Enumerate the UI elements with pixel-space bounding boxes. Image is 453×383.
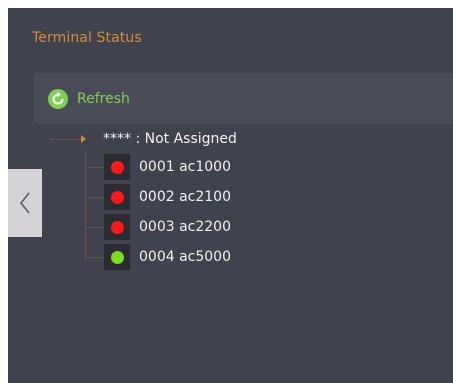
terminal-label: 0001 ac1000: [139, 159, 231, 175]
terminal-label: 0004 ac5000: [139, 249, 231, 265]
refresh-icon: [47, 88, 69, 110]
status-indicator: [104, 184, 130, 210]
online-status-icon: [110, 250, 124, 264]
panel-title: Terminal Status: [32, 30, 142, 46]
offline-status-icon: [110, 190, 124, 204]
offline-status-icon: [110, 220, 124, 234]
tree-connector: [86, 197, 103, 198]
terminal-node-0001[interactable]: 0001 ac1000: [104, 154, 231, 180]
refresh-label: Refresh: [77, 91, 130, 107]
terminal-label: 0003 ac2200: [139, 219, 231, 235]
terminal-label: 0002 ac2100: [139, 189, 231, 205]
offline-status-icon: [110, 160, 124, 174]
expand-arrow-icon[interactable]: [81, 135, 86, 143]
status-indicator: [104, 154, 130, 180]
tree-root-not-assigned[interactable]: **** : Not Assigned: [51, 127, 237, 151]
chevron-left-icon: [19, 192, 30, 214]
terminal-tree: [34, 123, 453, 383]
status-indicator: [104, 244, 130, 270]
terminal-node-0003[interactable]: 0003 ac2200: [104, 214, 231, 240]
collapse-panel-button[interactable]: [8, 169, 42, 237]
tree-connector: [86, 167, 103, 168]
status-indicator: [104, 214, 130, 240]
terminal-node-0002[interactable]: 0002 ac2100: [104, 184, 231, 210]
refresh-button[interactable]: Refresh: [47, 88, 130, 110]
tree-connector: [86, 257, 103, 258]
tree-root-label: **** : Not Assigned: [103, 131, 237, 147]
terminal-node-0004[interactable]: 0004 ac5000: [104, 244, 231, 270]
tree-connector: [86, 227, 103, 228]
